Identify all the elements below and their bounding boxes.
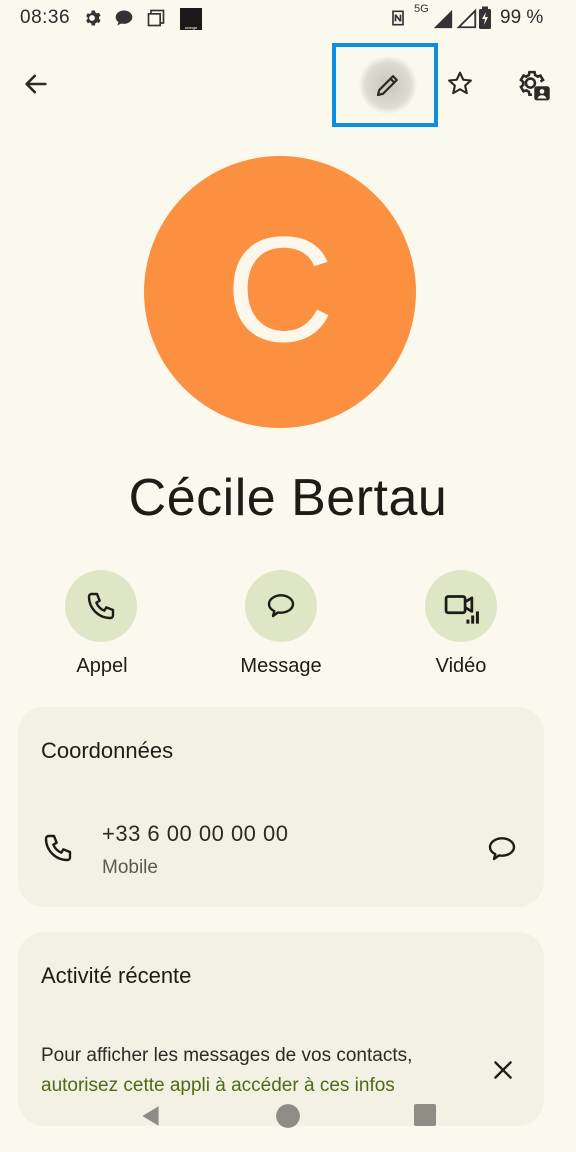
phone-icon bbox=[87, 592, 115, 620]
call-button[interactable] bbox=[65, 570, 137, 642]
nav-recents-icon[interactable] bbox=[413, 1103, 437, 1127]
video-action[interactable]: Vidéo bbox=[381, 570, 541, 690]
phone-type: Mobile bbox=[102, 857, 158, 878]
contact-name: Cécile Bertau bbox=[128, 469, 448, 527]
signal-icon-2 bbox=[456, 8, 477, 29]
battery-level: 99 % bbox=[500, 7, 544, 28]
edit-button-highlight bbox=[332, 43, 438, 127]
dismiss-button[interactable] bbox=[481, 1048, 525, 1092]
gear-icon bbox=[86, 10, 101, 26]
carrier-logo-text: orange bbox=[184, 25, 198, 30]
phone-number: +33 6 00 00 00 00 bbox=[102, 821, 289, 846]
signal-icon bbox=[433, 9, 453, 29]
star-outline-icon bbox=[448, 71, 472, 95]
message-action[interactable]: Message bbox=[201, 570, 361, 690]
arrow-left-icon bbox=[25, 74, 47, 94]
close-icon bbox=[494, 1061, 512, 1079]
nav-home-icon[interactable] bbox=[275, 1103, 301, 1129]
contact-settings-button[interactable] bbox=[510, 62, 556, 108]
message-icon bbox=[488, 837, 516, 861]
message-label: Message bbox=[240, 655, 322, 677]
call-label: Appel bbox=[76, 655, 128, 677]
message-icon bbox=[267, 594, 295, 618]
chat-bubble-icon bbox=[115, 10, 133, 26]
video-icon bbox=[444, 595, 479, 624]
activity-text: Pour afficher les messages de vos contac… bbox=[41, 1045, 413, 1066]
details-card-title: Coordonnées bbox=[41, 738, 174, 763]
battery-icon bbox=[479, 6, 491, 29]
details-card: Coordonnées +33 6 00 00 00 00 Mobile bbox=[18, 707, 544, 907]
activity-card-title: Activité récente bbox=[41, 963, 192, 988]
network-type: 5G bbox=[414, 3, 429, 15]
phone-row[interactable]: +33 6 00 00 00 00 Mobile bbox=[18, 802, 544, 892]
contact-avatar: C bbox=[144, 156, 416, 428]
contact-settings-icon bbox=[519, 70, 550, 101]
phone-icon bbox=[44, 834, 72, 862]
screenshot-icon bbox=[147, 9, 165, 27]
send-message-button[interactable] bbox=[480, 827, 524, 871]
avatar-initial: C bbox=[225, 205, 335, 373]
message-button[interactable] bbox=[245, 570, 317, 642]
navigation-bar bbox=[0, 1096, 576, 1136]
call-action[interactable]: Appel bbox=[22, 570, 182, 690]
status-bar: 08:36 orange 5G 99 % bbox=[0, 0, 576, 36]
video-label: Vidéo bbox=[435, 655, 487, 677]
favorite-button[interactable] bbox=[438, 62, 482, 106]
back-button[interactable] bbox=[14, 62, 58, 106]
activity-message: Pour afficher les messages de vos contac… bbox=[41, 1041, 481, 1101]
nav-back-icon[interactable] bbox=[138, 1103, 164, 1129]
carrier-logo-icon: orange bbox=[180, 8, 202, 30]
video-button[interactable] bbox=[425, 570, 497, 642]
status-time: 08:36 bbox=[20, 7, 71, 28]
nfc-icon bbox=[392, 10, 404, 26]
